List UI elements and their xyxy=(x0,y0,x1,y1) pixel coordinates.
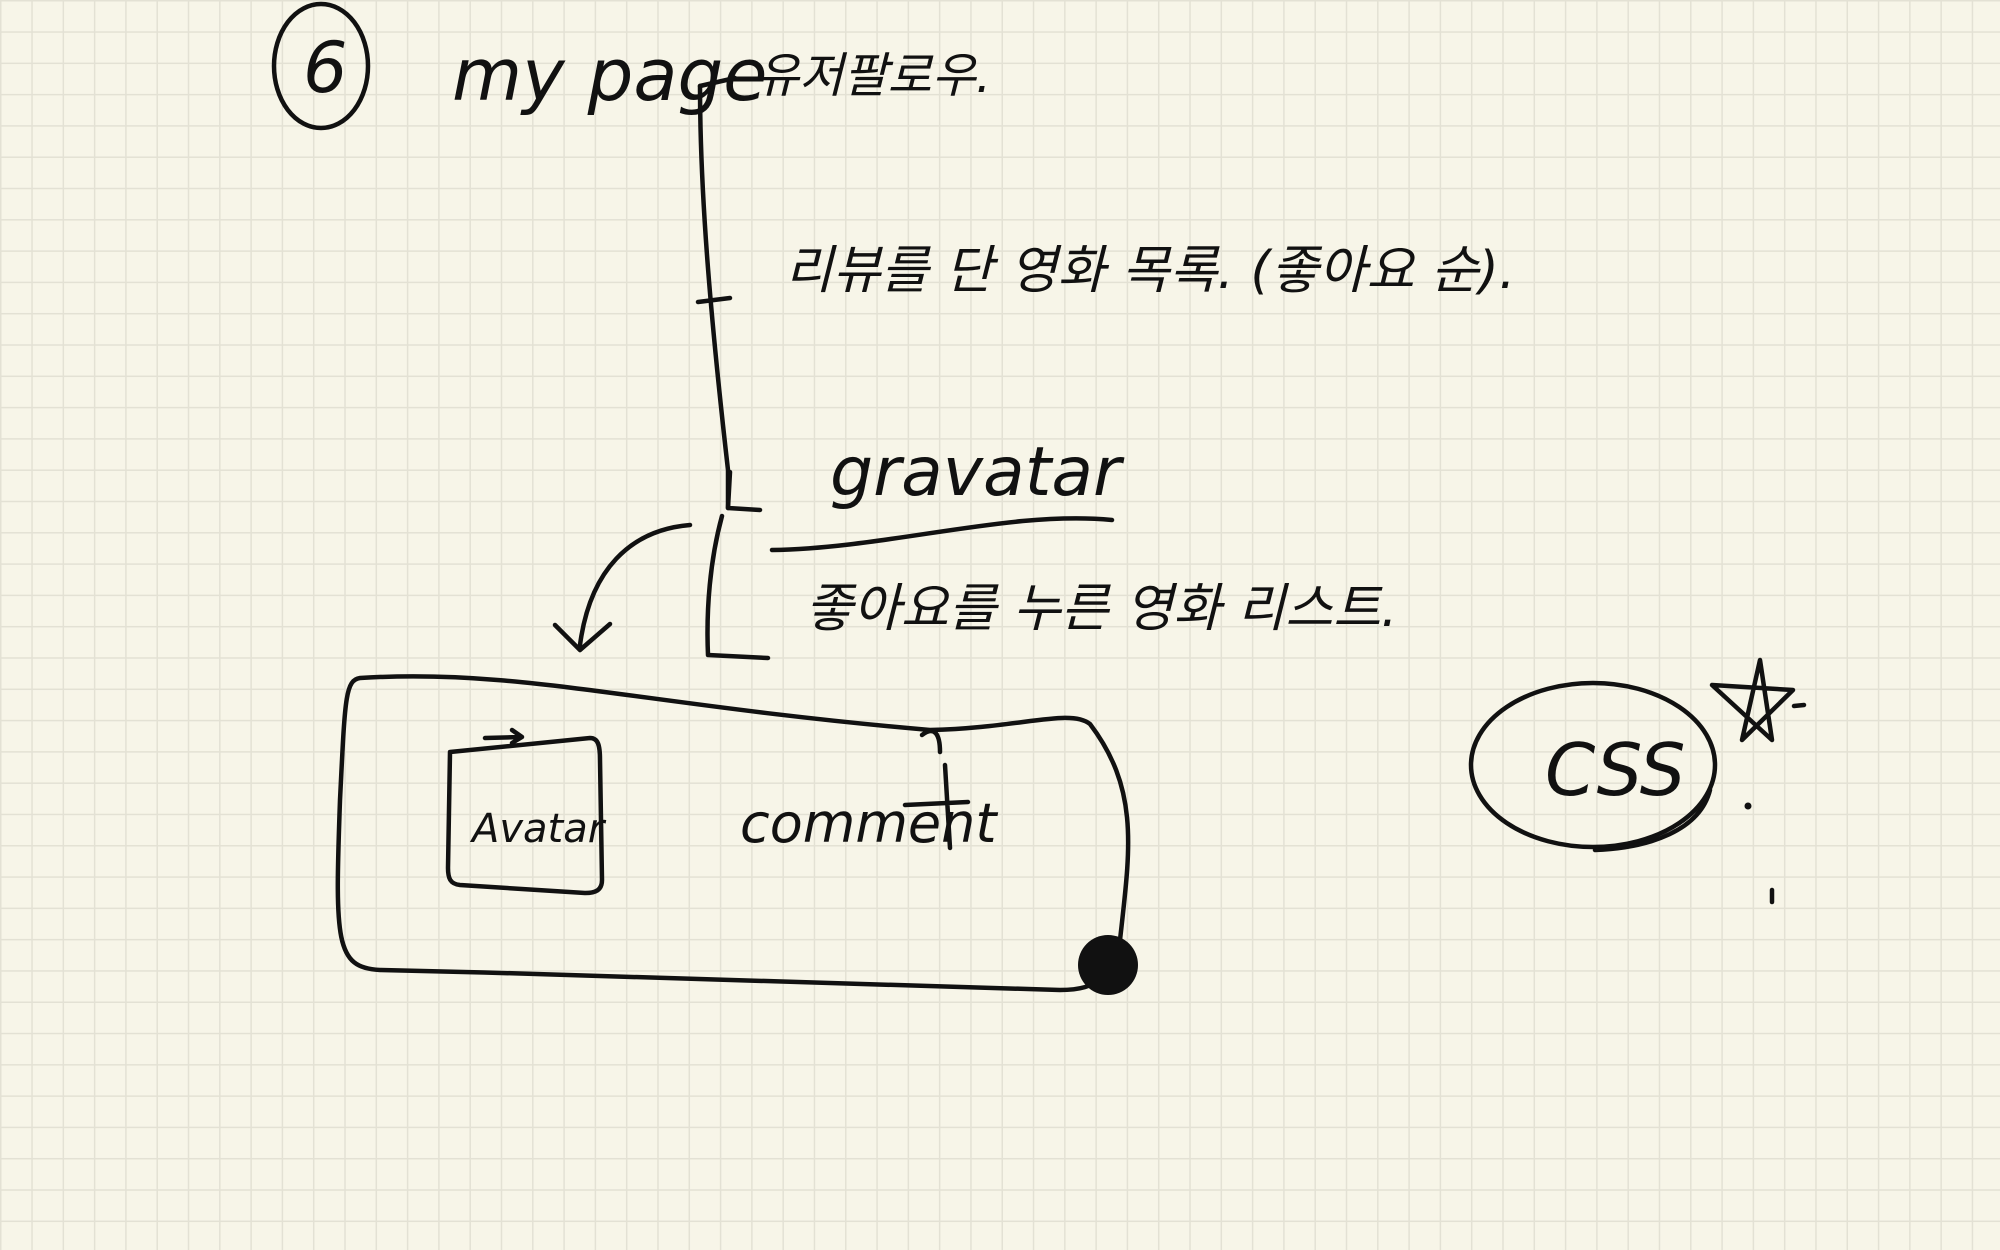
avatar-arrow-mark xyxy=(482,727,525,746)
connector-to-gravatar xyxy=(725,469,763,513)
avatar-label: Avatar xyxy=(469,806,607,852)
card-outline xyxy=(335,674,1131,993)
branch-follow: 유저팔로우. xyxy=(755,48,991,104)
card-corner-dot xyxy=(1078,935,1138,995)
dot-mark-1 xyxy=(1744,802,1752,810)
page-title: my page xyxy=(452,33,767,117)
gravatar-underline xyxy=(769,516,1115,553)
branch-liked-list: 좋아요를 누른 영화 리스트. xyxy=(805,579,1397,639)
star-icon xyxy=(1709,657,1796,743)
note-canvas: 6 my page 유저팔로우. 리뷰를 단 영화 목록. (좋아요 순). g… xyxy=(271,1,1807,995)
connector-to-review xyxy=(695,295,733,305)
branch-gravatar: gravatar xyxy=(830,433,1125,512)
css-badge-label: CSS xyxy=(1545,728,1685,812)
curved-arrow xyxy=(577,522,693,648)
star-dash xyxy=(1791,702,1807,709)
branch-review-list: 리뷰를 단 영화 목록. (좋아요 순). xyxy=(785,241,1515,301)
step-number: 6 xyxy=(303,27,348,109)
connector-to-liked xyxy=(705,513,771,661)
card-top-tick xyxy=(919,728,943,755)
